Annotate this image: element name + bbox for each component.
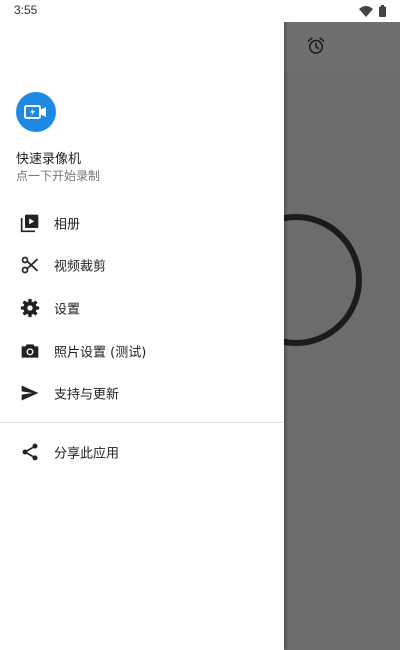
app-name: 快速录像机 xyxy=(16,152,82,167)
menu-item-album[interactable]: 相册 xyxy=(0,202,284,244)
menu-item-share[interactable]: 分享此应用 xyxy=(0,431,284,473)
menu-label: 视频裁剪 xyxy=(54,259,107,275)
app-subtitle: 点一下开始录制 xyxy=(16,169,101,183)
menu-label: 分享此应用 xyxy=(54,446,120,462)
menu-label: 设置 xyxy=(54,302,81,318)
app-scrim[interactable] xyxy=(284,72,400,650)
gear-icon xyxy=(19,297,41,319)
menu-label: 支持与更新 xyxy=(54,387,120,403)
menu-label: 照片设置 (测试) xyxy=(54,345,147,361)
share-icon xyxy=(19,441,41,463)
send-icon xyxy=(19,382,41,404)
camera-icon xyxy=(19,340,41,362)
wifi-icon xyxy=(359,5,373,17)
status-bar: 3:55 xyxy=(0,0,400,22)
battery-icon xyxy=(379,5,386,17)
drawer-header: 快速录像机 点一下开始录制 xyxy=(0,22,284,192)
scissors-icon xyxy=(19,254,41,276)
app-toolbar xyxy=(284,22,400,72)
app-logo-icon xyxy=(16,92,56,132)
status-icons xyxy=(359,5,386,17)
alarm-icon[interactable] xyxy=(306,36,326,60)
drawer-divider xyxy=(0,422,284,423)
menu-label: 相册 xyxy=(54,217,81,233)
video-library-icon xyxy=(19,212,41,234)
menu-item-photo-settings[interactable]: 照片设置 (测试) xyxy=(0,330,284,372)
status-time: 3:55 xyxy=(14,3,38,17)
navigation-drawer: 快速录像机 点一下开始录制 相册 视频裁剪 设置 照片设置 (测试) 支持与更新… xyxy=(0,22,284,650)
menu-item-video-trim[interactable]: 视频裁剪 xyxy=(0,244,284,286)
menu-item-settings[interactable]: 设置 xyxy=(0,287,284,329)
menu-item-support[interactable]: 支持与更新 xyxy=(0,372,284,414)
